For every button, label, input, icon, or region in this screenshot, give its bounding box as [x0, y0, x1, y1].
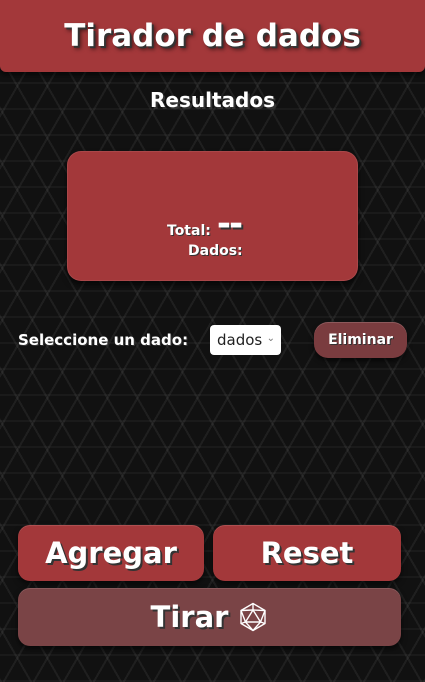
app-header: Tirador de dados	[0, 0, 425, 72]
total-label: Total:	[167, 223, 211, 239]
dice-select-value: dados	[217, 331, 263, 349]
roll-button[interactable]: Tirar	[18, 588, 401, 646]
chevron-down-icon: ⌄	[266, 333, 275, 344]
results-title: Resultados	[150, 88, 275, 112]
total-value: --	[216, 204, 243, 244]
d20-icon	[238, 602, 268, 632]
results-card: Total: -- Dados:	[67, 151, 358, 281]
delete-button[interactable]: Eliminar	[314, 322, 407, 358]
add-button[interactable]: Agregar	[18, 525, 204, 581]
app-title: Tirador de dados	[64, 18, 361, 54]
dice-results-label: Dados:	[188, 243, 243, 259]
total-row: Total: --	[167, 204, 243, 244]
select-dice-label: Seleccione un dado:	[18, 331, 189, 349]
dice-select[interactable]: dados ⌄	[210, 325, 281, 355]
reset-button[interactable]: Reset	[213, 525, 401, 581]
roll-button-label: Tirar	[150, 600, 229, 634]
